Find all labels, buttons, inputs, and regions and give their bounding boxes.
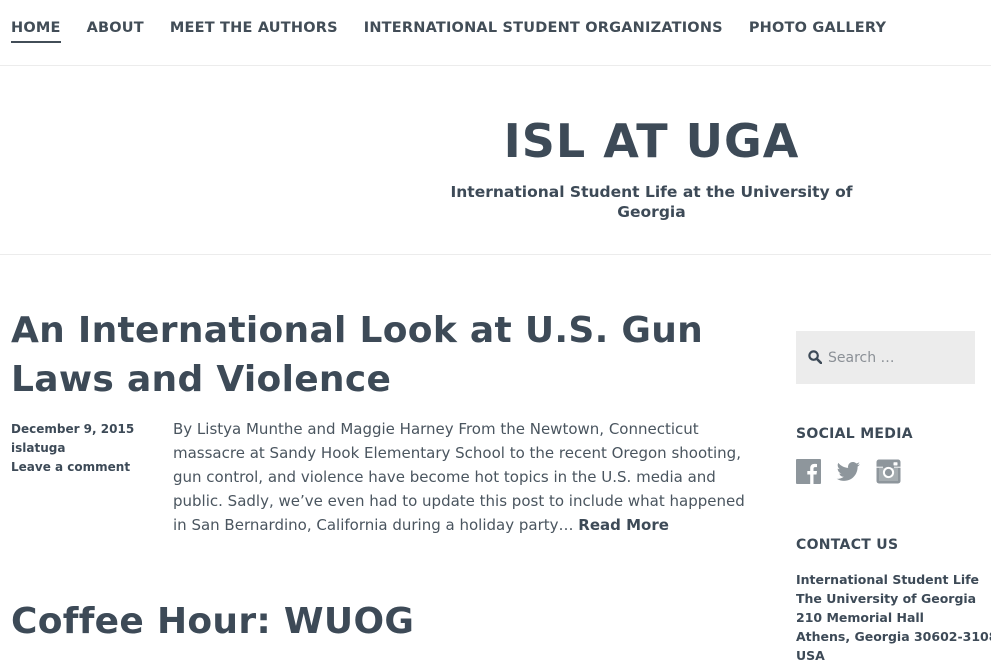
search-icon <box>808 350 822 364</box>
leave-comment-link[interactable]: Leave a comment <box>11 458 161 477</box>
contact-line: USA <box>796 648 825 663</box>
main-navigation: HOME ABOUT MEET THE AUTHORS INTERNATIONA… <box>0 0 991 66</box>
instagram-icon[interactable] <box>876 459 901 484</box>
site-description: International Student Life at the Univer… <box>450 183 853 221</box>
site-title[interactable]: ISL AT UGA <box>433 112 870 170</box>
contact-line: The University of Georgia <box>796 591 977 606</box>
social-media-heading: SOCIAL MEDIA <box>796 426 913 442</box>
site-header: ISL AT UGA International Student Life at… <box>0 66 991 255</box>
post-date[interactable]: December 9, 2015 <box>11 420 161 439</box>
contact-line: International Student Life <box>796 572 980 587</box>
twitter-icon[interactable] <box>836 459 861 484</box>
contact-us-heading: CONTACT US <box>796 537 899 553</box>
contact-line: Athens, Georgia 30602-3108 <box>796 629 991 644</box>
facebook-icon[interactable] <box>796 459 821 484</box>
contact-address: International Student Life The Universit… <box>796 570 991 665</box>
post-title[interactable]: Coffee Hour: WUOG <box>11 597 751 646</box>
social-icons <box>796 459 916 484</box>
post-author[interactable]: islatuga <box>11 439 161 458</box>
read-more-link[interactable]: Read More <box>578 516 669 534</box>
nav-item-meet-the-authors[interactable]: MEET THE AUTHORS <box>170 19 338 41</box>
search-form <box>796 331 975 384</box>
search-input[interactable] <box>828 347 968 369</box>
post-excerpt: By Listya Munthe and Maggie Harney From … <box>173 417 758 537</box>
contact-line: 210 Memorial Hall <box>796 610 924 625</box>
nav-item-home[interactable]: HOME <box>11 19 61 43</box>
post-title[interactable]: An International Look at U.S. Gun Laws a… <box>11 306 751 404</box>
post-meta: December 9, 2015 islatuga Leave a commen… <box>11 420 161 477</box>
nav-item-about[interactable]: ABOUT <box>87 19 144 41</box>
nav-item-photo-gallery[interactable]: PHOTO GALLERY <box>749 19 886 41</box>
nav-item-international-student-organizations[interactable]: INTERNATIONAL STUDENT ORGANIZATIONS <box>364 19 723 41</box>
